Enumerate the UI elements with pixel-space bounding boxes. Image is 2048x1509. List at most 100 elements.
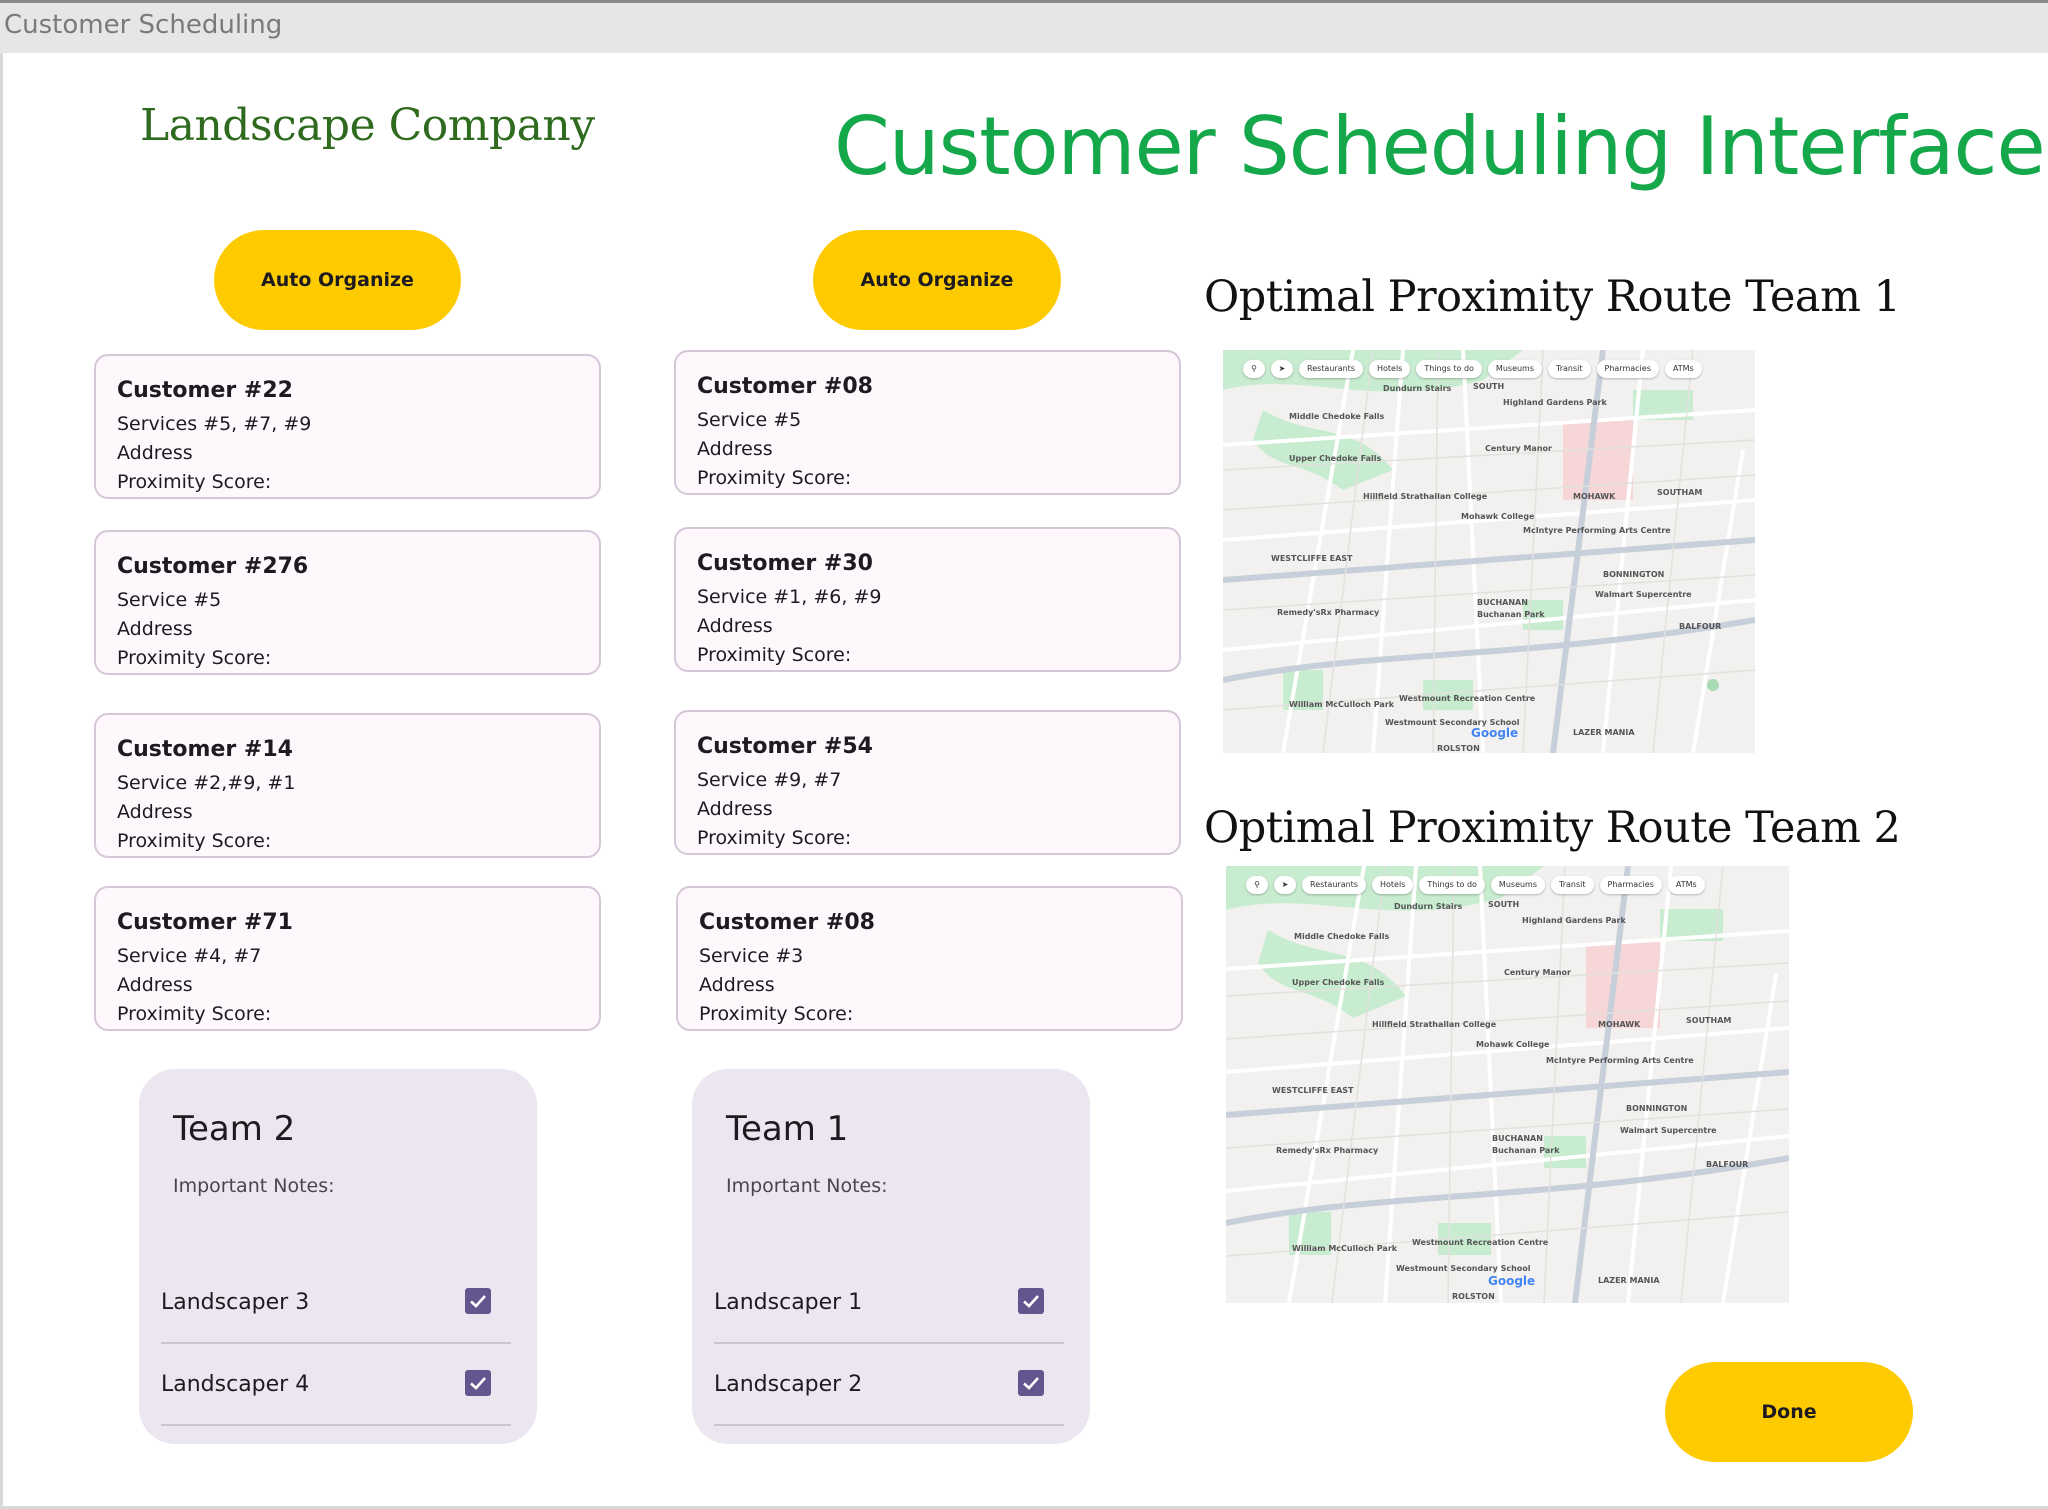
customer-services: Service #3 [699,945,804,967]
member-checkbox[interactable] [465,1370,491,1396]
map-chip[interactable]: Things to do [1416,360,1482,378]
map-place-label: Dundurn Stairs [1383,384,1452,393]
directions-icon[interactable]: ➤ [1271,360,1293,378]
map-place-label: Highland Gardens Park [1522,916,1626,925]
map-place-label: Westmount Secondary School [1396,1264,1531,1273]
customer-address: Address [117,974,193,996]
checkmark-icon [470,1295,486,1308]
map-place-label: Remedy'sRx Pharmacy [1277,608,1380,617]
team-1-panel: Team 1 Important Notes: Landscaper 1 Lan… [692,1069,1090,1444]
map-place-label: Westmount Recreation Centre [1399,694,1536,703]
window-frame-left [0,53,3,1509]
member-checkbox[interactable] [1018,1288,1044,1314]
team-member-row[interactable]: Landscaper 4 [161,1346,511,1426]
auto-organize-button-team-2[interactable]: Auto Organize [214,230,461,330]
member-checkbox[interactable] [1018,1370,1044,1396]
customer-card[interactable]: Customer #30 Service #1, #6, #9 Address … [674,527,1181,672]
map-chip[interactable]: ATMs [1667,876,1705,894]
map-chip[interactable]: Hotels [1368,360,1411,378]
window-title: Customer Scheduling [4,10,283,40]
customer-card[interactable]: Customer #14 Service #2,#9, #1 Address P… [94,713,601,858]
customer-services: Service #2,#9, #1 [117,772,296,794]
map-place-label: William McCulloch Park [1289,700,1395,709]
map-place-label: McIntyre Performing Arts Centre [1546,1056,1694,1065]
team-name: Team 2 [173,1109,296,1149]
route-map-team-2[interactable]: ⚲ ➤ Restaurants Hotels Things to do Muse… [1226,866,1789,1303]
map-chip[interactable]: Transit [1548,360,1591,378]
checkmark-icon [1023,1295,1039,1308]
team-name: Team 1 [726,1109,849,1149]
team-2-panel: Team 2 Important Notes: Landscaper 3 Lan… [139,1069,537,1444]
map-place-label: MOHAWK [1598,1020,1641,1029]
customer-proximity-score: Proximity Score: [697,644,852,666]
team-member-name: Landscaper 2 [714,1372,863,1397]
map-place-label: Hillfield Strathallan College [1363,492,1488,501]
team-member-name: Landscaper 1 [714,1290,863,1315]
customer-card[interactable]: Customer #71 Service #4, #7 Address Prox… [94,886,601,1031]
map-chip[interactable]: Pharmacies [1599,876,1662,894]
customer-title: Customer #08 [697,374,873,399]
customer-title: Customer #54 [697,734,873,759]
map-place-label: WESTCLIFFE EAST [1272,1086,1354,1095]
google-logo: Google [1471,726,1519,740]
team-member-row[interactable]: Landscaper 3 [161,1264,511,1344]
map-place-label: Century Manor [1485,444,1552,453]
map-image [1223,350,1755,753]
directions-icon[interactable]: ➤ [1274,876,1296,894]
customer-card[interactable]: Customer #276 Service #5 Address Proximi… [94,530,601,675]
important-notes-label: Important Notes: [726,1175,888,1197]
map-chip[interactable]: Museums [1490,876,1546,894]
map-place-label: SOUTHAM [1657,488,1703,497]
map-place-label: ROLSTON [1437,744,1480,753]
important-notes-label: Important Notes: [173,1175,335,1197]
map-place-label: Buchanan Park [1492,1146,1560,1155]
customer-card[interactable]: Customer #54 Service #9, #7 Address Prox… [674,710,1181,855]
customer-address: Address [117,442,193,464]
map-place-label: Dundurn Stairs [1394,902,1463,911]
customer-card[interactable]: Customer #22 Services #5, #7, #9 Address… [94,354,601,499]
checkmark-icon [470,1377,486,1390]
search-icon[interactable]: ⚲ [1246,876,1268,894]
customer-services: Service #5 [117,589,222,611]
map-chip[interactable]: Things to do [1419,876,1485,894]
customer-proximity-score: Proximity Score: [697,827,852,849]
map-place-label: MOHAWK [1573,492,1616,501]
member-checkbox[interactable] [465,1288,491,1314]
customer-title: Customer #276 [117,554,309,579]
customer-card[interactable]: Customer #08 Service #3 Address Proximit… [676,886,1183,1031]
route-title-team-2: Optimal Proximity Route Team 2 [1204,803,1901,853]
done-button[interactable]: Done [1665,1362,1913,1462]
map-chip[interactable]: Restaurants [1299,360,1363,378]
route-map-team-1[interactable]: ⚲ ➤ Restaurants Hotels Things to do Muse… [1223,350,1755,753]
map-place-label: Mohawk College [1476,1040,1550,1049]
team-member-row[interactable]: Landscaper 1 [714,1264,1064,1344]
customer-services: Service #4, #7 [117,945,262,967]
map-chip[interactable]: ATMs [1664,360,1702,378]
map-place-label: Walmart Supercentre [1620,1126,1717,1135]
map-place-label: BONNINGTON [1626,1104,1688,1113]
map-chip[interactable]: Hotels [1371,876,1414,894]
customer-address: Address [699,974,775,996]
customer-address: Address [697,615,773,637]
map-chip[interactable]: Museums [1487,360,1543,378]
search-icon[interactable]: ⚲ [1243,360,1265,378]
map-place-label: LAZER MANIA [1598,1276,1660,1285]
customer-card[interactable]: Customer #08 Service #5 Address Proximit… [674,350,1181,495]
team-member-row[interactable]: Landscaper 2 [714,1346,1064,1426]
map-chip[interactable]: Transit [1551,876,1594,894]
route-title-team-1: Optimal Proximity Route Team 1 [1204,272,1901,322]
customer-address: Address [697,798,773,820]
customer-services: Service #9, #7 [697,769,842,791]
customer-title: Customer #08 [699,910,875,935]
map-place-label: BONNINGTON [1603,570,1665,579]
map-place-label: Highland Gardens Park [1503,398,1607,407]
customer-proximity-score: Proximity Score: [117,830,272,852]
map-place-label: WESTCLIFFE EAST [1271,554,1353,563]
map-chip[interactable]: Pharmacies [1596,360,1659,378]
map-place-label: Middle Chedoke Falls [1294,932,1390,941]
map-place-label: Remedy'sRx Pharmacy [1276,1146,1379,1155]
auto-organize-button-team-1[interactable]: Auto Organize [813,230,1061,330]
map-chip[interactable]: Restaurants [1302,876,1366,894]
map-place-label: SOUTH [1473,382,1505,391]
customer-services: Service #1, #6, #9 [697,586,882,608]
